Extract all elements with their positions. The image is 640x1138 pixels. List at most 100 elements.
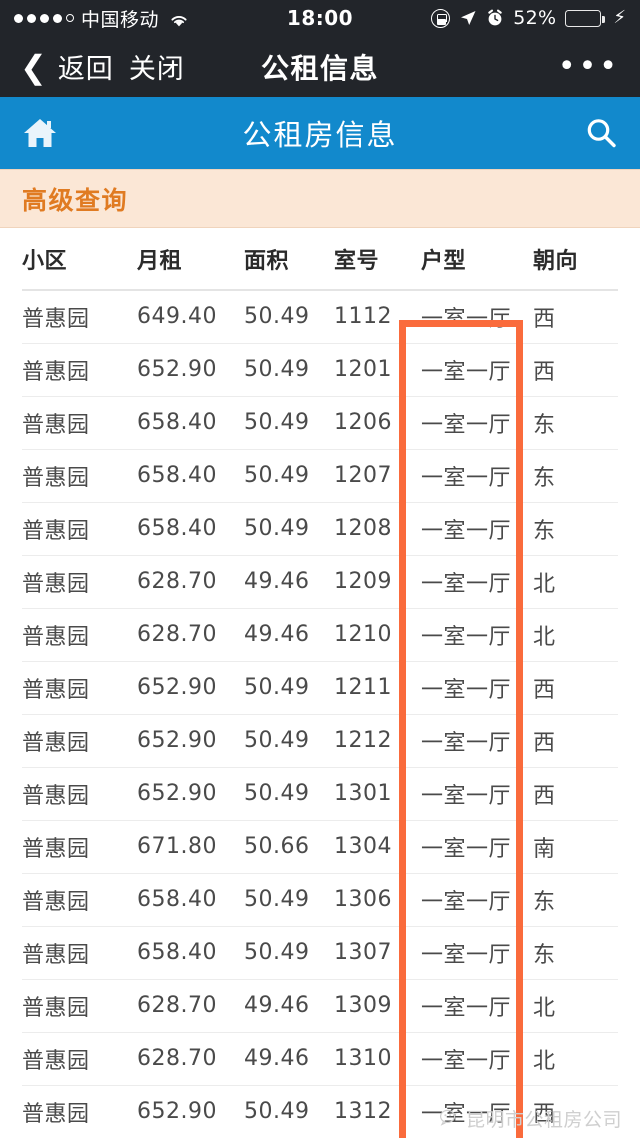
cell-area: 50.66 (244, 834, 310, 859)
cell-room-number: 1210 (334, 622, 392, 647)
mobile-screen: 中国移动 18:00 52% ⚡ ❮ 返回 关闭 公租信息 ••• 公租房信息 … (0, 0, 640, 1138)
cell-room-number: 1112 (334, 304, 392, 330)
cell-area: 50.49 (244, 1099, 310, 1124)
cell-area: 50.49 (244, 304, 310, 330)
close-button[interactable]: 关闭 (129, 47, 185, 86)
cell-community: 普惠园 (22, 412, 90, 438)
advanced-query-banner[interactable]: 高级查询 (0, 169, 640, 228)
column-header-room-number[interactable]: 室号 (334, 228, 421, 290)
cell-orientation: 北 (533, 624, 556, 650)
cell-area: 49.46 (244, 569, 310, 594)
table-row[interactable]: 普惠园 628.70 49.46 1209 一室一厅北 (22, 555, 618, 608)
cell-orientation: 北 (533, 995, 556, 1021)
cell-layout: 一室一厅 (421, 624, 512, 650)
cell-community: 普惠园 (22, 306, 90, 332)
cell-area: 50.49 (244, 357, 310, 382)
cell-room-number: 1301 (334, 781, 392, 806)
table-row[interactable]: 普惠园 658.40 50.49 1306 一室一厅东 (22, 873, 618, 926)
wifi-icon (169, 11, 189, 26)
cell-community: 普惠园 (22, 518, 90, 544)
table-row[interactable]: 普惠园 652.90 50.49 1301 一室一厅西 (22, 767, 618, 820)
cell-orientation: 西 (533, 783, 556, 809)
status-bar-left: 中国移动 (14, 5, 189, 32)
table-row[interactable]: 普惠园 671.80 50.66 1304 一室一厅南 (22, 820, 618, 873)
advanced-query-label: 高级查询 (22, 185, 129, 215)
cell-layout: 一室一厅 (421, 571, 512, 597)
column-header-rent[interactable]: 月租 (137, 228, 244, 290)
cell-layout: 一室一厅 (421, 306, 512, 332)
table-row[interactable]: 普惠园 628.70 49.46 1310 一室一厅北 (22, 1032, 618, 1085)
cell-layout: 一室一厅 (421, 412, 512, 438)
cell-layout: 一室一厅 (421, 995, 512, 1021)
status-bar-right: 52% ⚡ (431, 7, 626, 29)
battery-icon (565, 9, 606, 27)
table-row[interactable]: 普惠园 658.40 50.49 1208 一室一厅东 (22, 502, 618, 555)
cell-rent: 671.80 (137, 834, 217, 859)
cell-room-number: 1201 (334, 357, 392, 382)
cell-rent: 658.40 (137, 940, 217, 965)
cell-orientation: 南 (533, 836, 556, 862)
cell-community: 普惠园 (22, 783, 90, 809)
more-options-button[interactable]: ••• (558, 51, 620, 81)
table-row[interactable]: 普惠园 649.40 50.49 1112 一室一厅西 (22, 290, 618, 343)
column-header-community[interactable]: 小区 (22, 228, 137, 290)
status-bar: 中国移动 18:00 52% ⚡ (0, 0, 640, 36)
column-header-layout[interactable]: 户型 (421, 228, 533, 290)
cell-area: 50.49 (244, 463, 310, 488)
cell-rent: 658.40 (137, 887, 217, 912)
table-row[interactable]: 普惠园 628.70 49.46 1309 一室一厅北 (22, 979, 618, 1032)
cell-rent: 658.40 (137, 516, 217, 541)
cell-rent: 652.90 (137, 357, 217, 382)
cell-community: 普惠园 (22, 677, 90, 703)
watermark: 昆明市公租房公司 (439, 1105, 622, 1132)
cell-room-number: 1211 (334, 675, 392, 700)
back-button[interactable]: 返回 (58, 47, 114, 86)
table-row[interactable]: 普惠园 652.90 50.49 1211 一室一厅西 (22, 661, 618, 714)
cell-layout: 一室一厅 (421, 730, 512, 756)
cell-rent: 628.70 (137, 993, 217, 1018)
cell-layout: 一室一厅 (421, 1048, 512, 1074)
cell-orientation: 北 (533, 571, 556, 597)
cell-rent: 658.40 (137, 410, 217, 435)
cell-rent: 652.90 (137, 781, 217, 806)
cell-room-number: 1206 (334, 410, 392, 435)
cell-rent: 628.70 (137, 622, 217, 647)
cell-community: 普惠园 (22, 836, 90, 862)
table-head: 小区 月租 面积 室号 户型 朝向 (22, 228, 618, 290)
column-header-area[interactable]: 面积 (244, 228, 334, 290)
carrier-label: 中国移动 (81, 8, 160, 31)
cell-orientation: 北 (533, 1048, 556, 1074)
cell-rent: 628.70 (137, 1046, 217, 1071)
cell-area: 49.46 (244, 993, 310, 1018)
cell-orientation: 东 (533, 518, 556, 544)
cell-layout: 一室一厅 (421, 465, 512, 491)
cell-area: 50.49 (244, 887, 310, 912)
cell-layout: 一室一厅 (421, 518, 512, 544)
table-row[interactable]: 普惠园 658.40 50.49 1206 一室一厅东 (22, 396, 618, 449)
cell-orientation: 东 (533, 942, 556, 968)
home-icon[interactable] (22, 116, 58, 150)
cell-community: 普惠园 (22, 995, 90, 1021)
cell-community: 普惠园 (22, 465, 90, 491)
cell-area: 50.49 (244, 675, 310, 700)
location-arrow-icon (459, 9, 477, 27)
cell-room-number: 1309 (334, 993, 392, 1018)
battery-percent-label: 52% (513, 7, 557, 29)
cell-rent: 652.90 (137, 728, 217, 753)
table-row[interactable]: 普惠园 628.70 49.46 1210 一室一厅北 (22, 608, 618, 661)
table-row[interactable]: 普惠园 652.90 50.49 1201 一室一厅西 (22, 343, 618, 396)
lightning-bolt-icon: ⚡ (613, 7, 626, 28)
search-icon[interactable] (584, 116, 618, 150)
cell-room-number: 1304 (334, 834, 392, 859)
table-row[interactable]: 普惠园 652.90 50.49 1212 一室一厅西 (22, 714, 618, 767)
table-row[interactable]: 普惠园 658.40 50.49 1207 一室一厅东 (22, 449, 618, 502)
signal-strength-icon (14, 13, 74, 23)
table-body: 普惠园 649.40 50.49 1112 一室一厅西普惠园 652.90 50.49 120… (22, 290, 618, 1138)
column-header-orientation[interactable]: 朝向 (533, 228, 618, 290)
cell-area: 50.49 (244, 516, 310, 541)
table-row[interactable]: 普惠园 658.40 50.49 1307 一室一厅东 (22, 926, 618, 979)
cell-area: 49.46 (244, 622, 310, 647)
chevron-left-icon[interactable]: ❮ (20, 51, 47, 83)
wechat-nav-bar: ❮ 返回 关闭 公租信息 ••• (0, 36, 640, 97)
cell-layout: 一室一厅 (421, 359, 512, 385)
